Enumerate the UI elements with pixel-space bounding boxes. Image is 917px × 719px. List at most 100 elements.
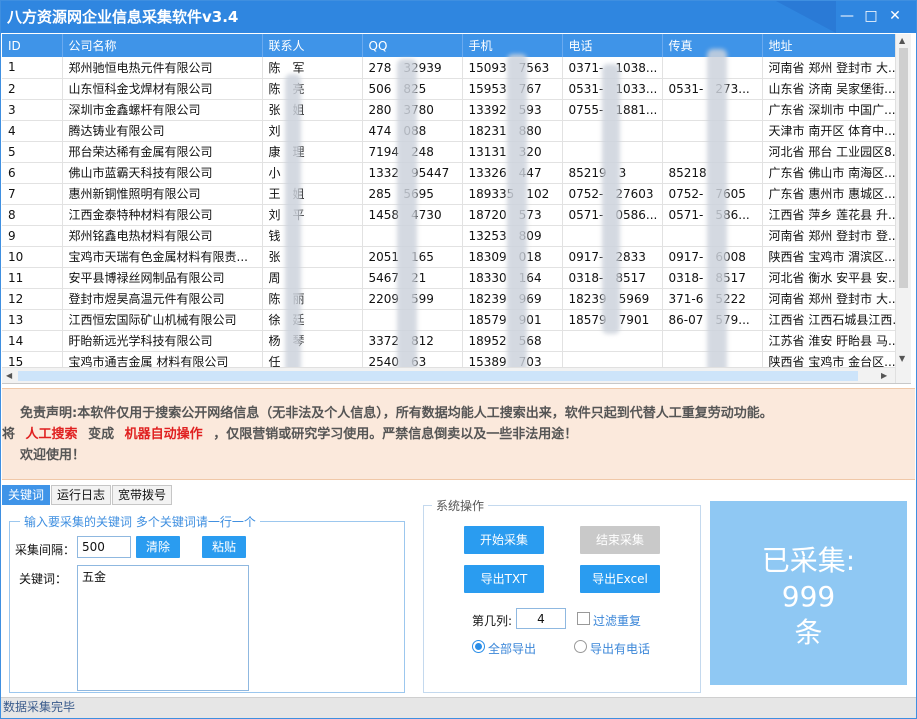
export-excel-button[interactable]: 导出Excel: [580, 565, 660, 593]
results-grid[interactable]: ID 公司名称 联系人 QQ 手机 电话 传真 地址 1 郑州驰恒电热元件有限公司陈 军 278 …: [2, 34, 911, 384]
table-cell: 9: [2, 225, 63, 247]
vertical-scroll-thumb[interactable]: [899, 48, 908, 288]
table-cell: 江西省 江西石城县江西...: [762, 309, 896, 331]
horizontal-scroll-thumb[interactable]: [18, 371, 858, 381]
export-with-phone-radio[interactable]: [574, 640, 587, 653]
column-header[interactable]: QQ: [362, 34, 463, 57]
table-cell: 河南省 郑州 登封市 大...: [762, 288, 896, 310]
close-icon[interactable]: ✕: [887, 8, 903, 24]
table-row[interactable]: 11 安平县博禄丝网制品有限公司周 5467 21 18330 164 0318- 8…: [2, 267, 896, 289]
status-bar: 数据采集完毕: [1, 697, 916, 718]
disclaimer-auto-operation: 机器自动操作: [124, 427, 203, 442]
table-header-row: ID 公司名称 联系人 QQ 手机 电话 传真 地址: [2, 34, 896, 57]
table-cell: 腾达铸业有限公司: [62, 120, 263, 142]
scroll-right-icon[interactable]: ▶: [881, 371, 887, 380]
keyword-textarea[interactable]: 五金: [77, 565, 249, 691]
table-cell: 盱眙新远光学科技有限公司: [62, 330, 263, 352]
tab-run-log[interactable]: 运行日志: [51, 485, 112, 505]
disclaimer-line2: 将 人工搜索 变成 机器自动操作 ，仅限营销或研究学习使用。严禁信息倒卖以及一些…: [2, 424, 915, 445]
table-cell: 山东恒科金戈焊材有限公司: [62, 78, 263, 100]
stop-collect-button[interactable]: 结束采集: [580, 526, 660, 554]
status-text: 数据采集完毕: [3, 700, 76, 714]
table-cell: 2: [2, 78, 63, 100]
disclaimer-suffix: ，仅限营销或研究学习使用。严禁信息倒卖以及一些非法用途！: [213, 427, 578, 442]
table-cell: 佛山市蓝霸天科技有限公司: [62, 162, 263, 184]
window-title: 八方资源网企业信息采集软件v3.4: [7, 8, 239, 26]
table-cell: 江西金泰特种材料有限公司: [62, 204, 263, 226]
table-cell: 13: [2, 309, 63, 331]
table-cell: 河北省 衡水 安平县 安...: [762, 267, 896, 289]
table-cell: 广东省 深圳市 中国广...: [762, 99, 896, 121]
privacy-blur: [602, 64, 620, 334]
table-cell: 刘: [262, 120, 363, 142]
counter-value: 999: [781, 580, 836, 613]
table-cell: 江苏省 淮安 盱眙县 马...: [762, 330, 896, 352]
column-label: 第几列:: [472, 614, 513, 628]
table-cell: 刘 平: [262, 204, 363, 226]
interval-input[interactable]: 500: [77, 536, 131, 558]
table-row[interactable]: 8江西金泰特种材料有限公司刘 平1458 473018720 5730571- …: [2, 204, 896, 226]
column-header[interactable]: ID: [2, 34, 63, 57]
table-cell: 河南省 郑州 登封市 登...: [762, 225, 896, 247]
title-decoration: [776, 1, 836, 33]
privacy-blur: [707, 49, 727, 379]
column-header[interactable]: 联系人: [262, 34, 363, 57]
table-cell: 安平县博禄丝网制品有限公司: [62, 267, 263, 289]
table-row[interactable]: 7惠州新铜惟照明有限公司王 姐285 5695189335 1020752- 2…: [2, 183, 896, 205]
tab-strip: 关键词 运行日志 宽带拨号: [2, 485, 173, 505]
table-cell: 惠州新铜惟照明有限公司: [62, 183, 263, 205]
maximize-icon[interactable]: □: [863, 8, 879, 24]
export-all-radio[interactable]: [472, 640, 485, 653]
horizontal-scrollbar[interactable]: ◀ ▶: [2, 367, 895, 383]
export-with-phone-label: 导出有电话: [590, 642, 651, 656]
table-row[interactable]: 1 郑州驰恒电热元件有限公司陈 军 278 32939 15093 7563 0371-…: [2, 57, 896, 79]
table-body: 1 郑州驰恒电热元件有限公司陈 军 278 32939 15093 7563 0371-…: [2, 57, 896, 373]
table-row[interactable]: 13江西恒宏国际矿山机械有限公司徐 廷18579 90118579 790186…: [2, 309, 896, 331]
table-row[interactable]: 10 宝鸡市天瑞有色金属材料有限责... 张 2051 165 18309 018 09…: [2, 246, 896, 268]
table-cell: 陈 军: [262, 57, 363, 79]
column-header[interactable]: 电话: [562, 34, 663, 57]
disclaimer-mid: 变成: [88, 427, 115, 442]
minimize-icon[interactable]: —: [839, 8, 855, 24]
scroll-left-icon[interactable]: ◀: [6, 371, 12, 380]
column-header[interactable]: 地址: [762, 34, 896, 57]
operations-panel-legend: 系统操作: [432, 497, 489, 514]
tab-keywords[interactable]: 关键词: [2, 485, 51, 505]
table-cell: 7: [2, 183, 63, 205]
table-cell: 12: [2, 288, 63, 310]
table-cell: 康 理: [262, 141, 363, 163]
disclaimer-line3: 欢迎使用！: [20, 448, 86, 463]
table-row[interactable]: 4腾达铸业有限公司刘 474 08818231 880天津市 南开区 体育中..…: [2, 120, 896, 142]
table-cell: 6: [2, 162, 63, 184]
export-all-label: 全部导出: [488, 642, 537, 656]
filter-duplicates-checkbox[interactable]: [577, 612, 590, 625]
column-input[interactable]: 4: [516, 608, 566, 629]
table-row[interactable]: 2山东恒科金戈焊材有限公司陈 亮506 82515953 7670531- 10…: [2, 78, 896, 100]
tab-broadband-dial[interactable]: 宽带拨号: [112, 485, 173, 505]
table-row[interactable]: 3深圳市金鑫螺杆有限公司张 姐280 378013392 5930755- 18…: [2, 99, 896, 121]
table-row[interactable]: 9 郑州铭鑫电热材料有限公司钱 13253 809 河南省 郑州 登封市 登...: [2, 225, 896, 247]
vertical-scrollbar[interactable]: ▲ ▼: [895, 34, 911, 383]
paste-button[interactable]: 粘贴: [202, 536, 246, 558]
table-row[interactable]: 5邢台荣达稀有金属有限公司康 理7194 24813131 320河北省 邢台 …: [2, 141, 896, 163]
column-header[interactable]: 公司名称: [62, 34, 263, 57]
table-row[interactable]: 6 佛山市蓝霸天科技有限公司小 1332 95447 13326 447 85219 …: [2, 162, 896, 184]
scroll-down-icon[interactable]: ▼: [899, 354, 905, 363]
table-cell: 陕西省 宝鸡市 渭滨区...: [762, 246, 896, 268]
table-row[interactable]: 14盱眙新远光学科技有限公司杨 琴3372 81218952 568江苏省 淮安…: [2, 330, 896, 352]
table-cell: 4: [2, 120, 63, 142]
scroll-up-icon[interactable]: ▲: [899, 36, 905, 45]
keywords-panel: 输入要采集的关键词 多个关键词请一行一个 采集间隔： 500 清除 粘贴 关键词…: [9, 513, 405, 693]
table-cell: 小: [262, 162, 363, 184]
table-cell: 江西恒宏国际矿山机械有限公司: [62, 309, 263, 331]
collected-counter: 已采集: 999 条: [710, 501, 907, 685]
counter-unit: 条: [794, 616, 823, 649]
table-cell: 山东省 济南 吴家堡街...: [762, 78, 896, 100]
start-collect-button[interactable]: 开始采集: [464, 526, 544, 554]
clear-button[interactable]: 清除: [136, 536, 180, 558]
privacy-blur: [397, 59, 417, 383]
table-row[interactable]: 12登封市煜昊高温元件有限公司陈 丽2209 59918239 96918239…: [2, 288, 896, 310]
table-cell: 5: [2, 141, 63, 163]
export-txt-button[interactable]: 导出TXT: [464, 565, 544, 593]
table-cell: 郑州驰恒电热元件有限公司: [62, 57, 263, 79]
